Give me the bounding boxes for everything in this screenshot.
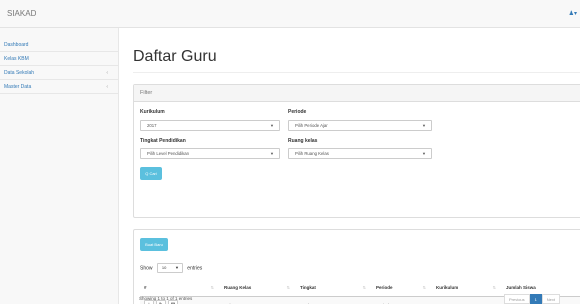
page-title: Daftar Guru bbox=[133, 48, 217, 65]
chevron-down-icon: ▼ bbox=[174, 265, 179, 270]
tingkat-label: Tingkat Pendidikan bbox=[140, 138, 186, 144]
tingkat-value: Pilih Level Pendidikan bbox=[147, 151, 190, 156]
filter-heading: Filter bbox=[134, 85, 580, 102]
chevron-down-icon: ▼ bbox=[270, 123, 274, 128]
cell-tingkat: Angkatan 2017 bbox=[296, 296, 372, 304]
sidebar: Dashboard Kelas KBM Data Sekolah ‹ Maste… bbox=[0, 38, 118, 94]
chevron-down-icon: ▼ bbox=[422, 123, 426, 128]
column-label: # bbox=[144, 285, 147, 291]
pagination: Previous 1 Next bbox=[504, 294, 561, 304]
column-label: Periode bbox=[376, 285, 393, 291]
search-button[interactable]: Q Cari bbox=[140, 167, 162, 180]
main-content: Daftar Guru Filter Kurikulum 2017 ▼ Peri… bbox=[118, 28, 580, 304]
brand-logo[interactable]: SIAKAD bbox=[7, 9, 36, 18]
table-info: Showing 1 to 1 of 1 entries bbox=[139, 296, 193, 301]
sort-icon: ⇅ bbox=[422, 285, 426, 290]
cell-periode: Periode 2018 bbox=[372, 296, 432, 304]
show-entries: Show 10 ▼ entries bbox=[140, 263, 202, 273]
sidebar-item-master-data[interactable]: Master Data ‹ bbox=[0, 80, 118, 94]
periode-value: Pilih Periode Ajar bbox=[295, 123, 328, 128]
kurikulum-select[interactable]: 2017 ▼ bbox=[140, 120, 280, 131]
sidebar-item-data-sekolah[interactable]: Data Sekolah ‹ bbox=[0, 66, 118, 80]
column-label: Jumlah Siswa bbox=[506, 285, 536, 291]
sidebar-item-label: Kelas KBM bbox=[4, 56, 29, 62]
sidebar-item-kelas-kbm[interactable]: Kelas KBM bbox=[0, 52, 118, 66]
chevron-left-icon: ‹ bbox=[106, 84, 108, 90]
previous-page-button[interactable]: Previous bbox=[504, 294, 530, 304]
periode-select[interactable]: Pilih Periode Ajar ▼ bbox=[288, 120, 432, 131]
chevron-down-icon: ▼ bbox=[422, 151, 426, 156]
column-label: Kurikulum bbox=[436, 285, 459, 291]
column-label: Ruang Kelas bbox=[224, 285, 252, 291]
list-panel: Buat Baru Show 10 ▼ entries # ⇅ Ruang Kel… bbox=[133, 229, 580, 304]
sidebar-item-label: Dashboard bbox=[4, 42, 29, 48]
cell-kurikulum: 2017 bbox=[432, 296, 502, 304]
column-header-number[interactable]: # ⇅ bbox=[140, 280, 220, 297]
divider bbox=[133, 72, 580, 73]
sidebar-item-dashboard[interactable]: Dashboard bbox=[0, 38, 118, 52]
entries-label: entries bbox=[187, 265, 203, 272]
periode-label: Periode bbox=[288, 109, 307, 115]
column-header-periode[interactable]: Periode ⇅ bbox=[372, 280, 432, 297]
column-header-kurikulum[interactable]: Kurikulum ⇅ bbox=[432, 280, 502, 297]
sidebar-item-label: Master Data bbox=[4, 84, 32, 90]
chevron-down-icon: ▾ bbox=[573, 11, 577, 17]
user-menu-button[interactable]: ♟▾ bbox=[569, 10, 577, 17]
cell-ruang-kelas: Kelas 8B bbox=[220, 296, 296, 304]
sort-icon: ⇅ bbox=[362, 285, 366, 290]
filter-panel: Filter Kurikulum 2017 ▼ Periode Pilih Pe… bbox=[133, 84, 580, 218]
top-navbar: SIAKAD ♟▾ bbox=[0, 0, 580, 28]
chevron-left-icon: ‹ bbox=[106, 70, 108, 76]
next-page-button[interactable]: Next bbox=[541, 294, 561, 304]
page-button[interactable]: 1 bbox=[529, 294, 542, 304]
chevron-down-icon: ▼ bbox=[270, 151, 274, 156]
column-header-tingkat[interactable]: Tingkat ⇅ bbox=[296, 280, 372, 297]
create-new-button[interactable]: Buat Baru bbox=[140, 238, 168, 251]
column-label: Tingkat bbox=[300, 285, 316, 291]
page-size-select[interactable]: 10 ▼ bbox=[156, 263, 183, 273]
kurikulum-label: Kurikulum bbox=[140, 109, 165, 115]
page-size-value: 10 bbox=[161, 265, 167, 270]
ruang-label: Ruang kelas bbox=[288, 138, 318, 144]
column-header-ruang-kelas[interactable]: Ruang Kelas ⇅ bbox=[220, 280, 296, 297]
show-label: Show bbox=[140, 265, 153, 272]
ruang-select[interactable]: Pilih Ruang Kelas ▼ bbox=[288, 148, 432, 159]
sort-icon: ⇅ bbox=[286, 285, 290, 290]
tingkat-select[interactable]: Pilih Level Pendidikan ▼ bbox=[140, 148, 280, 159]
sort-icon: ⇅ bbox=[210, 285, 214, 290]
kurikulum-value: 2017 bbox=[147, 123, 157, 128]
sort-icon: ⇅ bbox=[492, 285, 496, 290]
sidebar-item-label: Data Sekolah bbox=[4, 70, 35, 76]
ruang-value: Pilih Ruang Kelas bbox=[295, 151, 329, 156]
